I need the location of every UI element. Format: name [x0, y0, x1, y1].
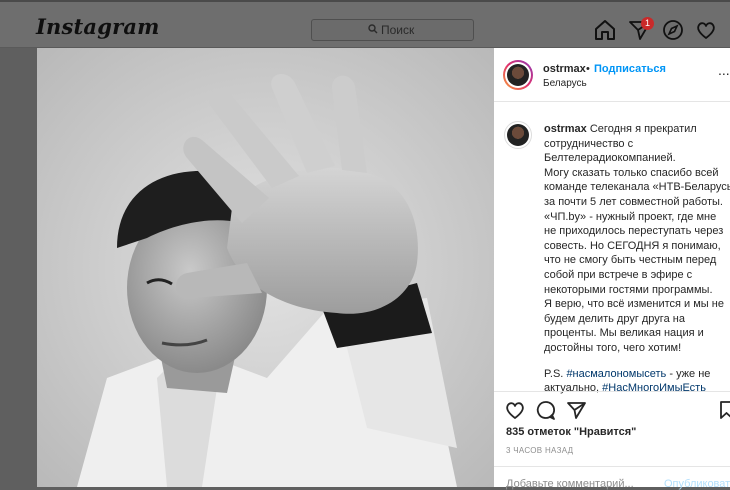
likes-count[interactable]: 835 отметок "Нравится": [506, 426, 636, 438]
more-options-button[interactable]: ...: [718, 62, 730, 78]
ps-text: - уже не: [669, 367, 711, 380]
caption-line: Сегодня я прекратил: [589, 123, 697, 135]
caption-line: некоторыми гостями программы.: [544, 283, 713, 296]
comment-icon[interactable]: [535, 399, 557, 421]
post-timestamp[interactable]: 3 ЧАСОВ НАЗАД: [506, 446, 573, 455]
author-avatar[interactable]: [503, 60, 533, 90]
search-placeholder: Поиск: [381, 23, 415, 37]
search-input[interactable]: Поиск: [311, 19, 474, 41]
header-divider: [494, 101, 730, 102]
caption-line: Я верю, что всё изменится и мы не: [544, 298, 724, 311]
caption-line: достойны того, чего хотим!: [544, 341, 682, 354]
post-details-panel: ostrmax • Подписаться Беларусь ... ostrm…: [494, 48, 730, 490]
caption-line: команде телеканала «НТВ-Беларусь»: [544, 181, 730, 194]
post-image: [37, 48, 494, 487]
explore-icon[interactable]: [660, 17, 686, 43]
actions-divider: [494, 391, 730, 392]
top-navigation-bar: Instagram Поиск 1: [0, 0, 730, 48]
caption-line: собой при встрече в эфире с: [544, 268, 693, 281]
comment-input[interactable]: Добавьте комментарий...: [506, 478, 634, 490]
notification-badge: 1: [641, 17, 654, 30]
location-link[interactable]: Беларусь: [543, 78, 587, 89]
save-bookmark-icon[interactable]: [718, 399, 730, 421]
instagram-logo[interactable]: Instagram: [36, 14, 160, 39]
post-photo[interactable]: [37, 48, 494, 487]
activity-heart-icon[interactable]: [693, 17, 719, 43]
author-username[interactable]: ostrmax: [543, 63, 586, 75]
ps-text: актуально,: [544, 382, 600, 395]
caption-line: будем делить друг друга на: [544, 312, 685, 325]
hashtag-link[interactable]: #насмалономысеть: [566, 368, 666, 380]
caption-line: Белтелерадиокомпанией.: [544, 152, 676, 165]
caption-line: Могу сказать только спасибо всей: [544, 166, 719, 179]
caption-line: «ЧП.by» - нужный проект, где мне: [544, 210, 717, 223]
caption-line: не приходилось переступать через: [544, 225, 724, 238]
publish-button[interactable]: Опубликовать: [664, 478, 730, 490]
ps-label: P.S.: [544, 367, 564, 380]
comment-divider: [494, 466, 730, 467]
hashtag-link[interactable]: #НасМногоИмыЕсть: [602, 382, 706, 394]
caption-line: совесть. Но СЕГОДНЯ я понимаю,: [544, 239, 721, 252]
follow-button[interactable]: Подписаться: [594, 63, 666, 75]
caption-username[interactable]: ostrmax: [544, 123, 587, 135]
caption-line: сотрудничество с: [544, 137, 634, 150]
caption-line: за почти 5 лет совместной работы.: [544, 195, 723, 208]
modal-backdrop[interactable]: [0, 48, 37, 487]
caption-avatar[interactable]: [503, 120, 533, 150]
caption-line: проценты. Мы великая нация и: [544, 327, 704, 340]
post-caption: ostrmax Сегодня я прекратил сотрудничест…: [544, 122, 730, 396]
home-icon[interactable]: [592, 17, 618, 43]
separator-dot: •: [586, 63, 590, 75]
caption-line: что не смогу быть честным перед: [544, 254, 717, 267]
search-icon: [368, 24, 378, 34]
share-icon[interactable]: [565, 399, 587, 421]
like-icon[interactable]: [504, 399, 526, 421]
